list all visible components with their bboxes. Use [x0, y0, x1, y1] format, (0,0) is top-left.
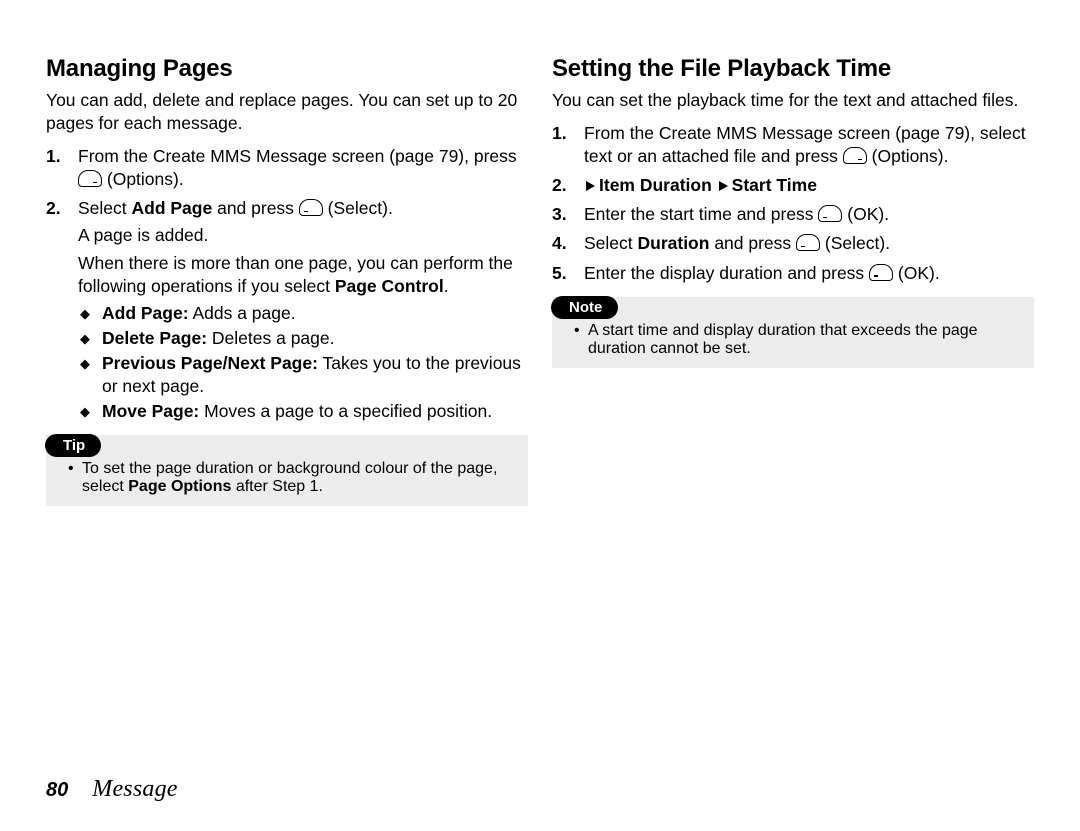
d2-text: Deletes a page. — [207, 328, 334, 348]
step-2-bold: Add Page — [132, 198, 213, 218]
note-content: A start time and display duration that e… — [552, 320, 1034, 368]
heading-managing-pages: Managing Pages — [46, 55, 528, 83]
page-footer: 80 Message — [46, 776, 178, 803]
r1-a: From the Create MMS Message screen (page… — [584, 123, 1026, 166]
right-column: Setting the File Playback Time You can s… — [552, 55, 1034, 518]
triangle-icon — [586, 181, 595, 191]
r4-bold: Duration — [638, 233, 710, 253]
r-step-3: Enter the start time and press (OK). — [584, 203, 1034, 226]
d4-text: Moves a page to a specified position. — [199, 401, 492, 421]
r-step-2: Item Duration Start Time — [584, 174, 1034, 197]
left-column: Managing Pages You can add, delete and r… — [46, 55, 528, 518]
r3-b: (OK). — [847, 204, 889, 224]
page-number: 80 — [46, 779, 68, 802]
nav-start-time: Start Time — [732, 175, 817, 195]
more-pages-text: When there is more than one page, you ca… — [78, 252, 528, 298]
r-step-5: Enter the display duration and press (OK… — [584, 262, 1034, 285]
item-add-page: Add Page: Adds a page. — [102, 302, 528, 325]
r4-c: (Select). — [825, 233, 890, 253]
note-callout: Note A start time and display duration t… — [552, 297, 1034, 368]
tip-callout: Tip To set the page duration or backgrou… — [46, 435, 528, 506]
step-1-text-a: From the Create MMS Message screen (page… — [78, 146, 517, 166]
para2-bold: Page Control — [335, 276, 444, 296]
softkey-icon — [818, 205, 842, 222]
softkey-icon — [843, 147, 867, 164]
softkey-icon — [299, 199, 323, 216]
note-text: A start time and display duration that e… — [588, 322, 1016, 358]
r5-b: (OK). — [898, 263, 940, 283]
page-added-text: A page is added. — [78, 224, 528, 247]
step-2-text-a: Select — [78, 198, 132, 218]
softkey-icon — [869, 264, 893, 281]
d1-bold: Add Page: — [102, 303, 189, 323]
d4-bold: Move Page: — [102, 401, 199, 421]
item-move-page: Move Page: Moves a page to a specified p… — [102, 400, 528, 423]
r-step-1: From the Create MMS Message screen (page… — [584, 122, 1034, 168]
r-step-4: Select Duration and press (Select). — [584, 232, 1034, 255]
intro-text-right: You can set the playback time for the te… — [552, 89, 1034, 112]
tip-bold: Page Options — [128, 478, 231, 495]
page: Managing Pages You can add, delete and r… — [0, 0, 1080, 831]
footer-section: Message — [92, 776, 177, 803]
softkey-icon — [78, 170, 102, 187]
tip-content: To set the page duration or background c… — [46, 458, 528, 506]
step-2-text-b: and press — [212, 198, 299, 218]
two-column-layout: Managing Pages You can add, delete and r… — [46, 55, 1034, 518]
softkey-icon — [796, 234, 820, 251]
tip-b: after Step 1. — [231, 478, 323, 495]
para2-b: . — [444, 276, 449, 296]
steps-list-right: From the Create MMS Message screen (page… — [552, 122, 1034, 285]
r3-a: Enter the start time and press — [584, 204, 818, 224]
r4-a: Select — [584, 233, 638, 253]
d3-bold: Previous Page/Next Page: — [102, 353, 318, 373]
item-delete-page: Delete Page: Deletes a page. — [102, 327, 528, 350]
page-control-list: Add Page: Adds a page. Delete Page: Dele… — [78, 302, 528, 423]
r4-b: and press — [709, 233, 796, 253]
r5-a: Enter the display duration and press — [584, 263, 869, 283]
step-2: Select Add Page and press (Select). A pa… — [78, 197, 528, 423]
heading-playback-time: Setting the File Playback Time — [552, 55, 1034, 83]
note-label: Note — [551, 296, 618, 319]
item-prev-next-page: Previous Page/Next Page: Takes you to th… — [102, 352, 528, 398]
triangle-icon — [719, 181, 728, 191]
d2-bold: Delete Page: — [102, 328, 207, 348]
step-2-text-c: (Select). — [328, 198, 393, 218]
r1-b: (Options). — [872, 146, 949, 166]
tip-label: Tip — [45, 434, 101, 457]
nav-item-duration: Item Duration — [599, 175, 712, 195]
steps-list: From the Create MMS Message screen (page… — [46, 145, 528, 423]
d1-text: Adds a page. — [189, 303, 296, 323]
step-1: From the Create MMS Message screen (page… — [78, 145, 528, 191]
intro-text: You can add, delete and replace pages. Y… — [46, 89, 528, 135]
step-1-text-b: (Options). — [107, 169, 184, 189]
